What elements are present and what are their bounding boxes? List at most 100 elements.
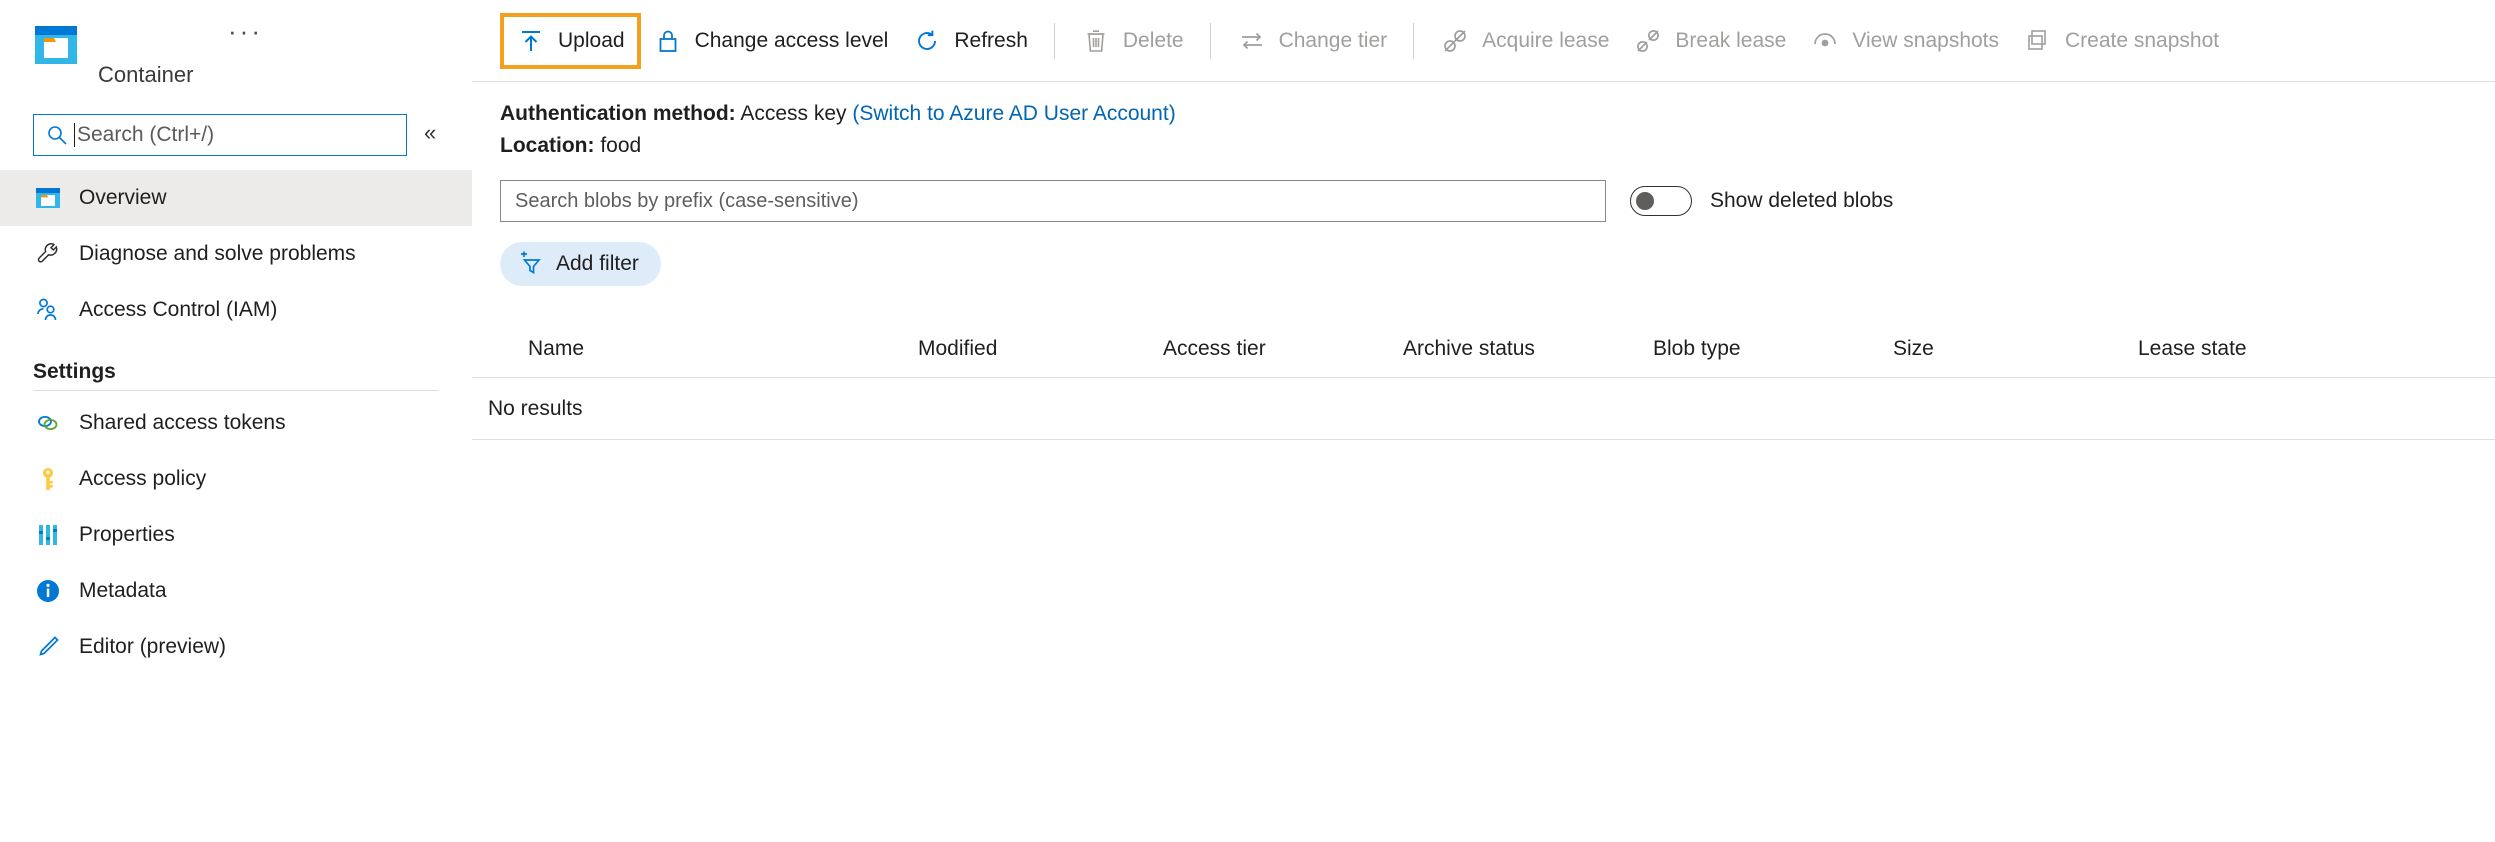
key-icon — [33, 464, 63, 494]
upload-arrow-icon — [516, 26, 546, 56]
blob-search-placeholder: Search blobs by prefix (case-sensitive) — [515, 190, 858, 213]
location-line: Location: food — [500, 130, 2495, 162]
add-filter-row: Add filter — [472, 242, 2495, 286]
blob-search-input[interactable]: Search blobs by prefix (case-sensitive) — [500, 180, 1606, 222]
no-results-message: No results — [488, 397, 583, 421]
toolbar-separator — [1054, 23, 1055, 59]
table-header-row: Name Modified Access tier Archive status… — [472, 320, 2495, 378]
sidebar-item-label: Properties — [79, 523, 175, 547]
authentication-info: Authentication method: Access key (Switc… — [472, 82, 2495, 162]
delete-button[interactable]: Delete — [1069, 15, 1196, 67]
change-tier-label: Change tier — [1279, 29, 1388, 53]
view-snapshots-button[interactable]: View snapshots — [1798, 15, 2011, 67]
column-header-size[interactable]: Size — [1885, 337, 2130, 361]
link-rings-icon — [33, 408, 63, 438]
view-snapshots-label: View snapshots — [1852, 29, 1999, 53]
switch-to-azure-ad-link[interactable]: (Switch to Azure AD User Account) — [852, 102, 1175, 125]
sidebar-item-access-policy[interactable]: Access policy — [0, 451, 472, 507]
toggle-knob — [1636, 192, 1654, 210]
sidebar: ··· Container Search (Ctrl+/) « — [0, 0, 472, 842]
more-options-button[interactable]: ··· — [228, 18, 263, 44]
delete-label: Delete — [1123, 29, 1184, 53]
collapse-sidebar-button[interactable]: « — [424, 122, 436, 144]
lock-icon — [653, 26, 683, 56]
lease-plug-icon — [1440, 26, 1470, 56]
toolbar-separator — [1413, 23, 1414, 59]
acquire-lease-label: Acquire lease — [1482, 29, 1609, 53]
sidebar-item-label: Metadata — [79, 579, 167, 603]
sidebar-item-access-control-iam[interactable]: Access Control (IAM) — [0, 282, 472, 338]
wrench-icon — [33, 239, 63, 269]
column-header-blob-type[interactable]: Blob type — [1645, 337, 1885, 361]
show-deleted-blobs-toggle[interactable] — [1630, 186, 1692, 216]
show-deleted-blobs-control: Show deleted blobs — [1630, 186, 1893, 216]
main-content: Upload Change access level — [472, 0, 2495, 842]
add-filter-button[interactable]: Add filter — [500, 242, 661, 286]
sidebar-divider — [33, 390, 439, 391]
toolbar-separator — [1210, 23, 1211, 59]
table-empty-row: No results — [472, 378, 2495, 440]
add-filter-icon — [516, 250, 544, 278]
column-header-name[interactable]: Name — [520, 337, 910, 361]
container-icon — [33, 22, 79, 68]
column-header-lease-state[interactable]: Lease state — [2130, 337, 2390, 361]
sidebar-item-label: Overview — [79, 186, 167, 210]
command-toolbar: Upload Change access level — [472, 0, 2495, 82]
sidebar-item-label: Access policy — [79, 467, 206, 491]
pencil-icon — [33, 632, 63, 662]
info-circle-icon — [33, 576, 63, 606]
search-input[interactable]: Search (Ctrl+/) — [33, 114, 407, 156]
auth-method-label: Authentication method: — [500, 102, 736, 125]
azure-container-blade: ··· Container Search (Ctrl+/) « — [0, 0, 2495, 842]
sidebar-item-properties[interactable]: Properties — [0, 507, 472, 563]
sidebar-item-label: Diagnose and solve problems — [79, 242, 356, 266]
resource-header: ··· Container — [0, 0, 472, 108]
snapshot-view-icon — [1810, 26, 1840, 56]
sidebar-item-label: Editor (preview) — [79, 635, 226, 659]
sidebar-item-shared-access-tokens[interactable]: Shared access tokens — [0, 395, 472, 451]
text-caret — [74, 123, 75, 147]
search-icon — [46, 124, 68, 146]
upload-label: Upload — [558, 29, 625, 53]
refresh-button[interactable]: Refresh — [900, 15, 1040, 67]
add-filter-label: Add filter — [556, 252, 639, 276]
break-lease-label: Break lease — [1675, 29, 1786, 53]
show-deleted-blobs-label: Show deleted blobs — [1710, 189, 1893, 213]
change-access-level-button[interactable]: Change access level — [641, 15, 901, 67]
sidebar-section-settings: Settings — [0, 360, 472, 384]
snapshot-create-icon — [2023, 26, 2053, 56]
sidebar-item-overview[interactable]: Overview — [0, 170, 472, 226]
column-header-access-tier[interactable]: Access tier — [1155, 337, 1395, 361]
swap-arrows-icon — [1237, 26, 1267, 56]
trash-icon — [1081, 26, 1111, 56]
sidebar-search-row: Search (Ctrl+/) « — [0, 108, 472, 170]
refresh-label: Refresh — [954, 29, 1028, 53]
upload-button[interactable]: Upload — [500, 13, 641, 69]
acquire-lease-button[interactable]: Acquire lease — [1428, 15, 1621, 67]
people-icon — [33, 295, 63, 325]
blob-filter-row: Search blobs by prefix (case-sensitive) … — [472, 180, 2495, 222]
location-label: Location: — [500, 134, 595, 157]
search-placeholder: Search (Ctrl+/) — [77, 123, 214, 147]
refresh-icon — [912, 26, 942, 56]
sidebar-item-metadata[interactable]: Metadata — [0, 563, 472, 619]
location-value: food — [600, 134, 641, 157]
sidebar-item-editor-preview[interactable]: Editor (preview) — [0, 619, 472, 675]
create-snapshot-button[interactable]: Create snapshot — [2011, 15, 2231, 67]
break-lease-icon — [1633, 26, 1663, 56]
page-title: Container — [98, 62, 193, 88]
change-tier-button[interactable]: Change tier — [1225, 15, 1400, 67]
blob-table: Name Modified Access tier Archive status… — [472, 320, 2495, 440]
change-access-level-label: Change access level — [695, 29, 889, 53]
auth-method-value: Access key — [740, 102, 846, 125]
column-header-archive-status[interactable]: Archive status — [1395, 337, 1645, 361]
break-lease-button[interactable]: Break lease — [1621, 15, 1798, 67]
column-header-modified[interactable]: Modified — [910, 337, 1155, 361]
auth-method-line: Authentication method: Access key (Switc… — [500, 98, 2495, 130]
sidebar-item-label: Shared access tokens — [79, 411, 286, 435]
overview-icon — [33, 183, 63, 213]
sliders-icon — [33, 520, 63, 550]
create-snapshot-label: Create snapshot — [2065, 29, 2219, 53]
sidebar-item-label: Access Control (IAM) — [79, 298, 277, 322]
sidebar-item-diagnose-and-solve-problems[interactable]: Diagnose and solve problems — [0, 226, 472, 282]
